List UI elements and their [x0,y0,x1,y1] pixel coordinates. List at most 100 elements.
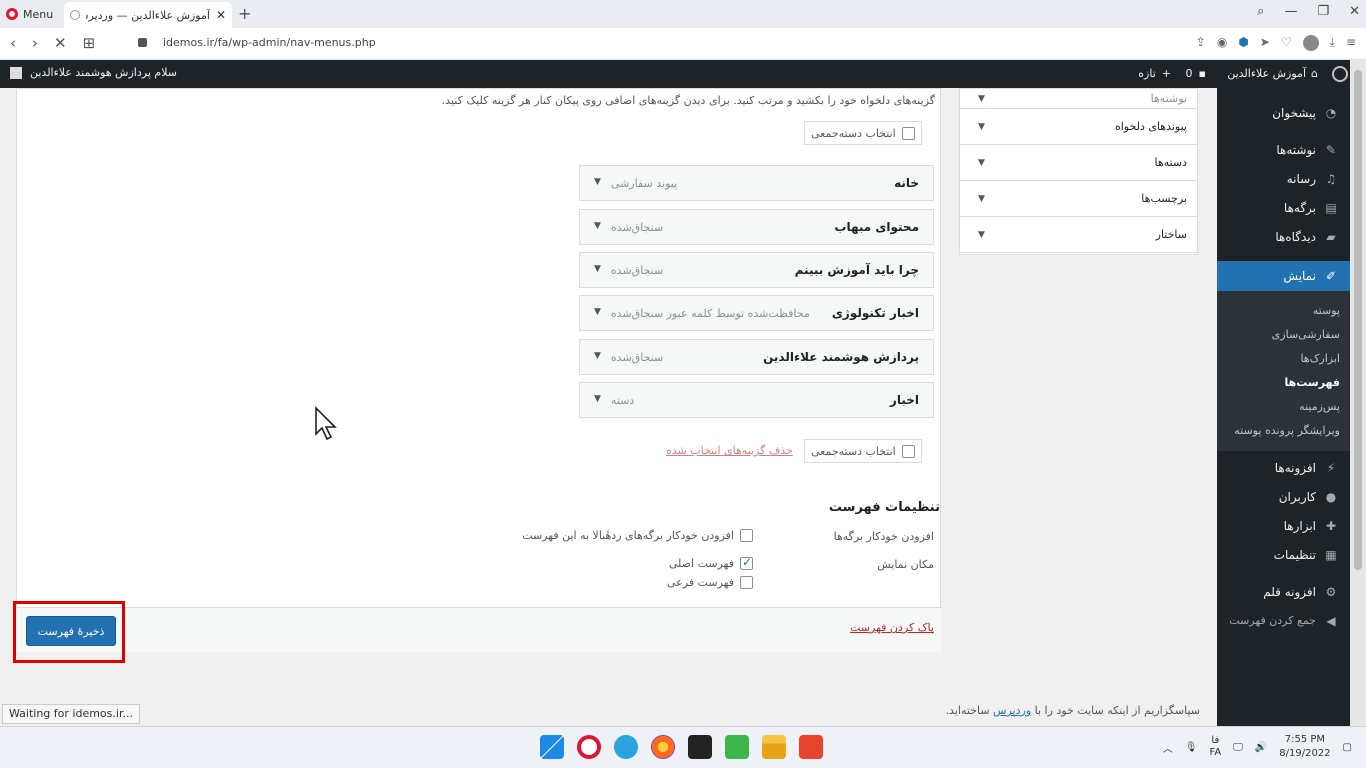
remove-selected-link[interactable]: حذف گزینه‌های انتخاب شده [666,444,793,457]
speed-dial-icon[interactable]: ⊞ [83,34,96,52]
comments-link[interactable]: ▪ 0 [1186,67,1206,80]
appearance-submenu: پوسته سفارشی‌سازی ابزارک‌ها فهرست‌ها پس‌… [1217,291,1350,451]
telegram-icon[interactable] [614,735,638,759]
chevron-down-icon[interactable]: ▼ [594,264,601,277]
bulk-select-checkbox[interactable] [901,444,915,458]
chevron-down-icon[interactable]: ▼ [978,194,985,204]
url-field[interactable]: idemos.ir/fa/wp-admin/nav-menus.php [163,36,376,49]
wordpress-link[interactable]: وردپرس [993,704,1031,717]
share-icon[interactable]: ⇪ [1196,35,1206,51]
new-content-link[interactable]: + تازه [1138,67,1171,80]
tab-close-icon[interactable]: ✕ [216,8,226,22]
menu-item-row[interactable]: چرا باید آموزش ببینم سنجاق‌شده ▼ [579,252,934,288]
capture-app-icon[interactable] [688,735,712,759]
restore-icon[interactable]: ❐ [1317,4,1329,19]
submenu-background[interactable]: پس‌زمینه [1217,395,1350,419]
meta-row-custom-links[interactable]: پیوندهای دلخواه ▼ [960,109,1197,145]
chevron-down-icon[interactable]: ▼ [978,94,985,104]
submenu-customize[interactable]: سفارشی‌سازی [1217,323,1350,347]
volume-icon[interactable]: 🔊 [1255,742,1267,753]
browser-tab[interactable]: آموزش علاءالدین — وردپرس ✕ [64,2,232,28]
sidebar-item-appearance[interactable]: ✐ نمایش [1217,261,1350,291]
sidebar-item-settings[interactable]: ▦ تنظیمات [1217,540,1350,569]
wordpress-logo-icon[interactable] [1332,66,1348,82]
collapse-menu-button[interactable]: ◀ جمع کردن فهرست [1217,606,1350,635]
shield-icon[interactable]: ⬢ [1238,35,1248,51]
sidebar-item-label: دیدگاه‌ها [1275,229,1316,244]
notification-icon[interactable]: ▢ [1343,742,1352,753]
chevron-down-icon[interactable]: ▼ [594,351,601,364]
scrollbar-thumb[interactable] [1354,70,1362,570]
sidebar-item-comments[interactable]: ▰ دیدگاه‌ها [1217,222,1350,251]
submenu-menus[interactable]: فهرست‌ها [1217,371,1350,395]
tray-chevron-icon[interactable]: ︿ [1163,740,1173,755]
chevron-down-icon[interactable]: ▼ [594,394,601,407]
submenu-themes[interactable]: پوسته [1217,299,1350,323]
menu-item-row[interactable]: پردازش هوشمند علاءالدین سنجاق‌شده ▼ [579,339,934,375]
chevron-down-icon[interactable]: ▼ [594,307,601,320]
menu-item-row[interactable]: محتوای مبهاب سنجاق‌شده ▼ [579,209,934,245]
location-primary[interactable]: فهرست اصلی [668,555,753,570]
meta-row-categories[interactable]: دسته‌ها ▼ [960,145,1197,181]
location-secondary-checkbox[interactable] [740,576,753,589]
easy-setup-icon[interactable]: ≡ [1346,35,1356,51]
minimize-icon[interactable]: — [1284,4,1297,19]
menu-item-title: اخبار تکنولوژی [831,306,919,320]
sidebar-item-tools[interactable]: ✚ ابزارها [1217,511,1350,540]
clock[interactable]: 7:55 PM 8/19/2022 [1279,733,1330,761]
network-icon[interactable]: 🖵 [1233,742,1243,753]
bulk-select-bottom[interactable]: انتخاب دسته‌جمعی [804,439,922,463]
menu-item-row[interactable]: اخبار دسته ▼ [579,382,934,418]
send-icon[interactable]: ➤ [1260,35,1270,51]
new-tab-button[interactable]: + [238,4,251,23]
forward-icon[interactable]: › [32,34,38,52]
opera-app-icon[interactable] [577,735,601,759]
menu-item-row[interactable]: اخبار تکنولوژی محافظت‌شده توسط کلمه عبور… [579,295,934,331]
camera-icon[interactable]: ◉ [1217,35,1227,51]
site-name-link[interactable]: ⌂ آموزش علاءالدین [1227,67,1318,80]
heart-icon[interactable]: ♡ [1281,35,1292,51]
sidebar-item-dashboard[interactable]: ◔ پیشخوان [1217,98,1350,127]
download-icon[interactable]: ⤓ [1330,35,1335,51]
menu-item-row[interactable]: خانه پیوند سفارشی ▼ [579,165,934,201]
bulk-select-top[interactable]: انتخاب دسته‌جمعی [804,121,922,145]
submenu-widgets[interactable]: ابزارک‌ها [1217,347,1350,371]
file-explorer-icon[interactable] [762,735,786,759]
sidebar-item-pages[interactable]: ▤ برگه‌ها [1217,193,1350,222]
chevron-down-icon[interactable]: ▼ [594,221,601,234]
meta-row-posts[interactable]: نوشته‌ها ▼ [960,89,1197,109]
sidebar-item-media[interactable]: ♫ رسانه [1217,164,1350,193]
meta-row-formats[interactable]: ساختار ▼ [960,217,1197,253]
page-scrollbar[interactable] [1350,60,1366,726]
submenu-theme-editor[interactable]: ویرایشگر پرونده پوسته [1217,419,1350,443]
close-window-icon[interactable]: ✕ [1349,4,1360,19]
auto-add-checkbox[interactable] [740,529,753,542]
browser-search-icon[interactable]: ⌕ [1257,4,1264,19]
chevron-down-icon[interactable]: ▼ [978,158,985,168]
user-account-link[interactable]: سلام پردازش هوشمند علاءالدین [10,66,177,79]
bulk-select-checkbox[interactable] [901,126,915,140]
stop-loading-icon[interactable]: ✕ [54,34,67,52]
sidebar-item-plugins[interactable]: ⚡ افزونه‌ها [1217,453,1350,482]
back-icon[interactable]: ‹ [10,34,16,52]
sidebar-item-pen-plugin[interactable]: ⚙ افزونه قلم [1217,577,1350,606]
browser-menu-button[interactable]: Menu [6,5,53,23]
chevron-down-icon[interactable]: ▼ [978,122,985,132]
language-indicator[interactable]: فا FA [1209,735,1221,759]
location-secondary[interactable]: فهرست فرعی [667,576,753,589]
chevron-down-icon[interactable]: ▼ [978,230,985,240]
microphone-icon[interactable]: 🎙 [1185,742,1198,753]
meta-row-tags[interactable]: برچسب‌ها ▼ [960,181,1197,217]
location-primary-checkbox[interactable] [740,555,753,570]
firefox-icon[interactable] [651,735,675,759]
sidebar-item-posts[interactable]: ✎ نوشته‌ها [1217,135,1350,164]
chevron-down-icon[interactable]: ▼ [594,177,601,190]
sidebar-item-users[interactable]: ● کاربران [1217,482,1350,511]
auto-add-option[interactable]: افزودن خودکار برگه‌های ردهٔبالا به این ف… [522,529,753,542]
location-primary-label: فهرست اصلی [668,557,734,570]
delete-menu-link[interactable]: پاک کردن فهرست [850,621,934,634]
camtasia-red-icon[interactable] [799,735,823,759]
camtasia-green-icon[interactable] [725,735,749,759]
start-icon[interactable] [540,735,564,759]
profile-avatar-icon[interactable] [1302,35,1319,51]
